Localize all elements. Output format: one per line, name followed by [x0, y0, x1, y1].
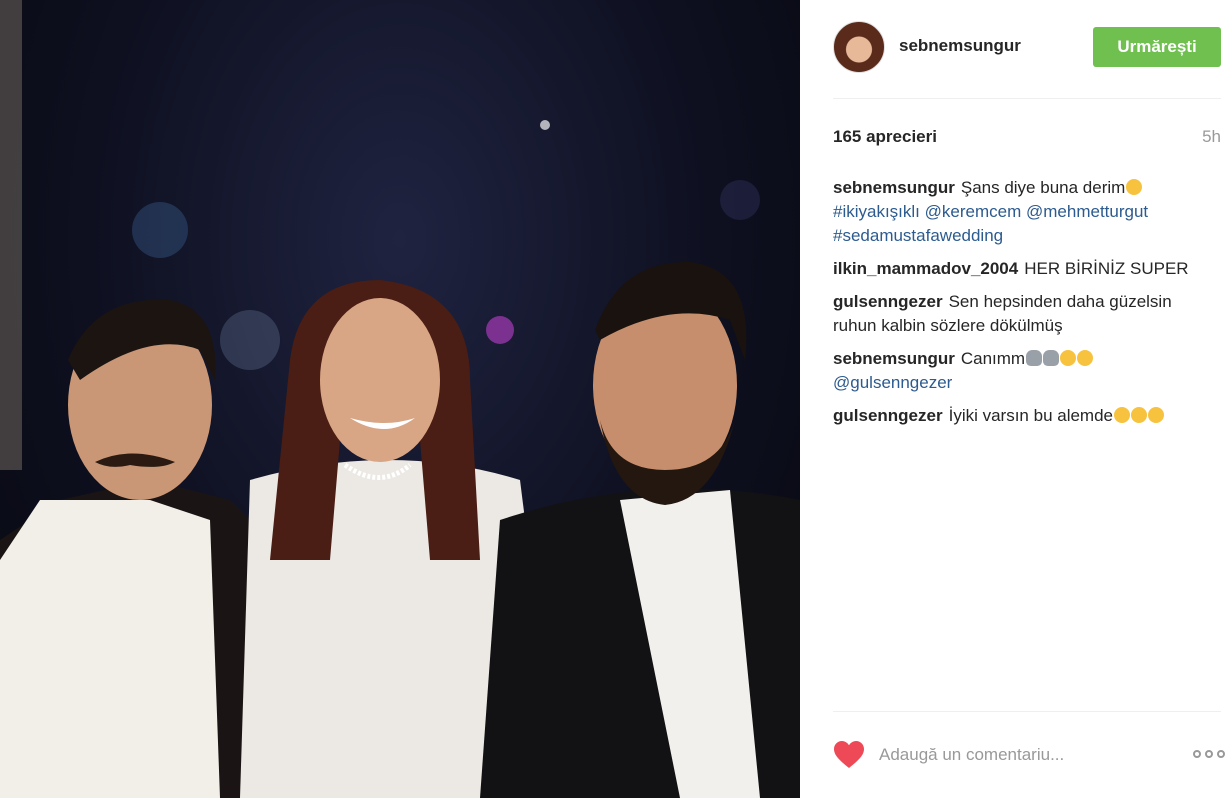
comment-author[interactable]: gulsenngezer [833, 292, 943, 311]
comment-text: İyiki varsın bu alemde [948, 406, 1113, 425]
hashtag[interactable]: #sedamustafawedding [833, 226, 1003, 245]
post-side-panel: sebnemsungur Urmărești 165 aprecieri 5h … [801, 0, 1227, 798]
comment-item: sebnemsungur Şans diye buna derim #ikiyak… [833, 176, 1213, 248]
post-time[interactable]: 5h [1202, 127, 1221, 147]
comment-footer [833, 735, 1225, 779]
post-photo[interactable] [0, 0, 800, 798]
mention[interactable]: @keremcem [925, 202, 1022, 221]
dot-icon [1217, 750, 1225, 758]
dot-icon [1205, 750, 1213, 758]
post-header: sebnemsungur Urmărești [833, 17, 1223, 75]
comment-item: gulsenngezer İyiki varsın bu alemde [833, 404, 1213, 428]
kissing-emoji-icon [1131, 407, 1147, 423]
comment-author[interactable]: sebnemsungur [833, 178, 955, 197]
covering-face-emoji-icon [1026, 350, 1043, 366]
footer-divider [833, 711, 1221, 712]
comment-text: Canımm [960, 349, 1026, 368]
comment-input[interactable] [879, 741, 1169, 769]
comment-text: HER BİRİNİZ SUPER [1024, 259, 1189, 278]
comment-text: Şans diye buna derim [960, 178, 1126, 197]
kissing-emoji-icon [1148, 407, 1164, 423]
kissing-emoji-icon [1114, 407, 1130, 423]
photo-illustration [0, 0, 800, 798]
heart-icon[interactable] [833, 740, 865, 770]
header-divider [833, 98, 1221, 99]
comment-item: gulsenngezer Sen hepsinden daha güzelsin … [833, 290, 1213, 338]
comments-list: sebnemsungur Şans diye buna derim #ikiyak… [833, 176, 1213, 437]
avatar[interactable] [833, 21, 885, 73]
comment-item: sebnemsungur Canımm @gulsenngezer [833, 347, 1213, 395]
hashtag[interactable]: #ikiyakışıklı [833, 202, 920, 221]
username[interactable]: sebnemsungur [899, 36, 1021, 56]
mention[interactable]: @mehmetturgut [1026, 202, 1148, 221]
likes-count[interactable]: 165 aprecieri [833, 127, 937, 147]
kissing-emoji-icon [1077, 350, 1094, 366]
mention[interactable]: @gulsenngezer [833, 373, 952, 392]
comment-item: ilkin_mammadov_2004 HER BİRİNİZ SUPER [833, 257, 1213, 281]
comment-author[interactable]: ilkin_mammadov_2004 [833, 259, 1018, 278]
comment-author[interactable]: sebnemsungur [833, 349, 955, 368]
dot-icon [1193, 750, 1201, 758]
comment-author[interactable]: gulsenngezer [833, 406, 943, 425]
covering-face-emoji-icon [1043, 350, 1060, 366]
heart-eyes-emoji-icon [1126, 179, 1143, 195]
more-options-icon[interactable] [1189, 747, 1225, 761]
follow-button[interactable]: Urmărești [1093, 27, 1221, 67]
kissing-emoji-icon [1060, 350, 1077, 366]
